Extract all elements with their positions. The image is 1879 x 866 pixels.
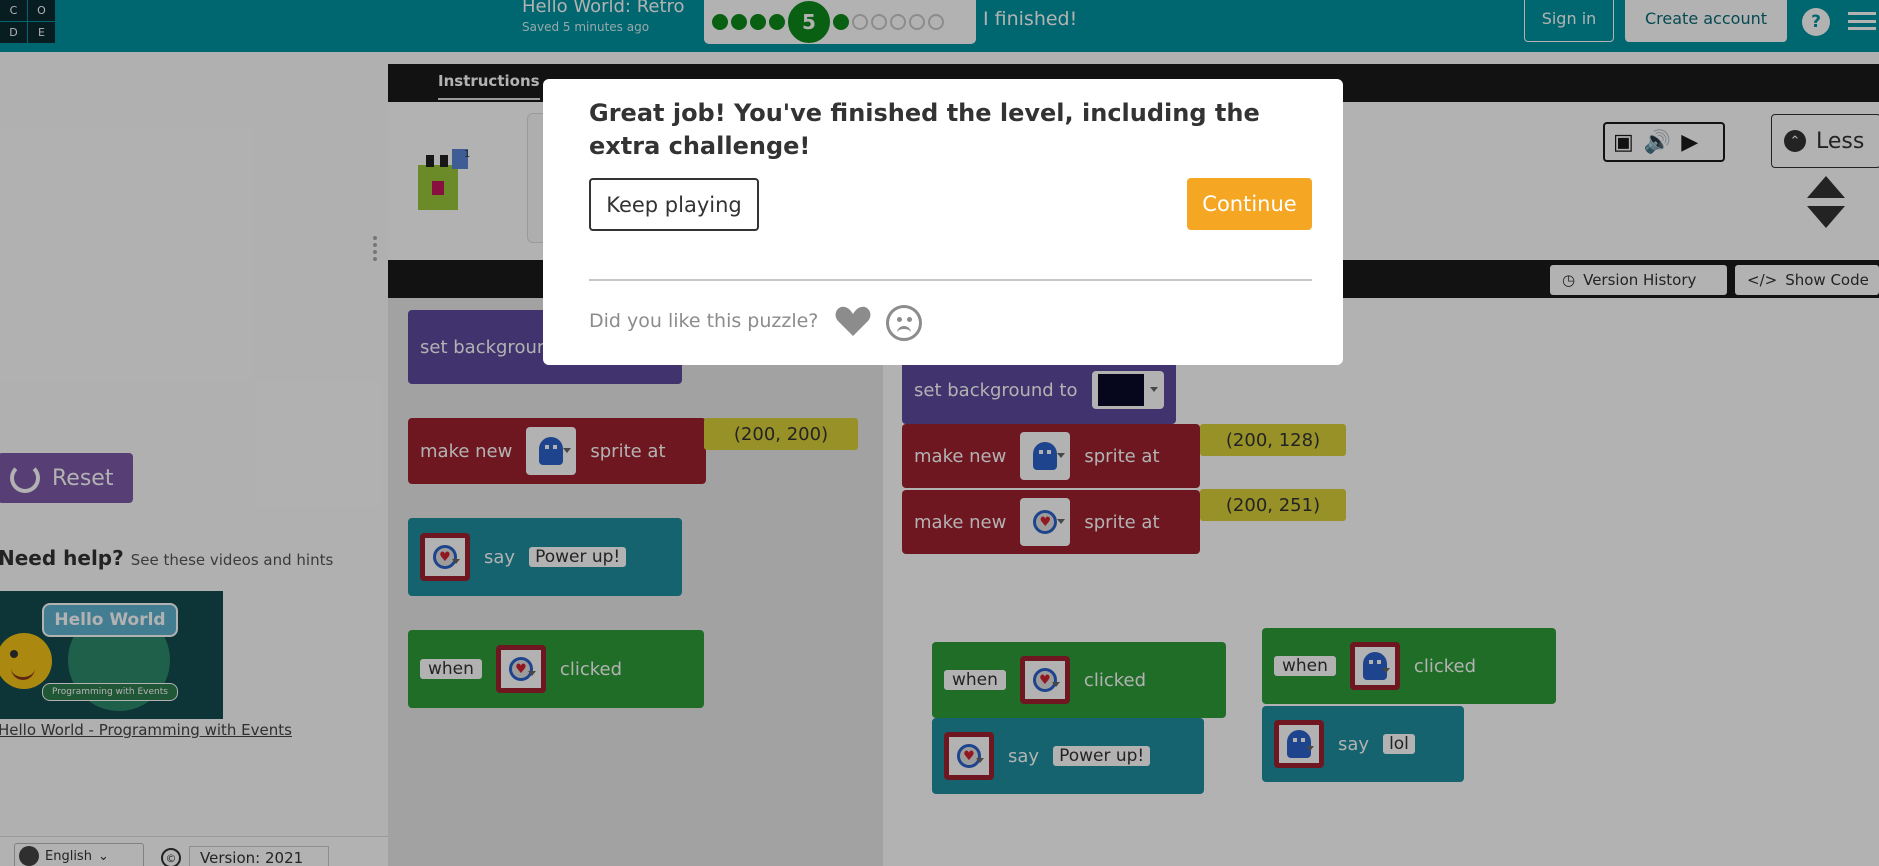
level-complete-dialog: Great job! You've finished the level, in… <box>543 79 1343 365</box>
feedback-question: Did you like this puzzle? <box>589 310 819 332</box>
sad-face-icon[interactable] <box>886 305 922 341</box>
dialog-divider <box>589 279 1312 281</box>
continue-button[interactable]: Continue <box>1187 178 1312 230</box>
heart-icon[interactable] <box>835 305 871 337</box>
keep-playing-button[interactable]: Keep playing <box>589 178 759 231</box>
dialog-title: Great job! You've finished the level, in… <box>589 99 1260 160</box>
